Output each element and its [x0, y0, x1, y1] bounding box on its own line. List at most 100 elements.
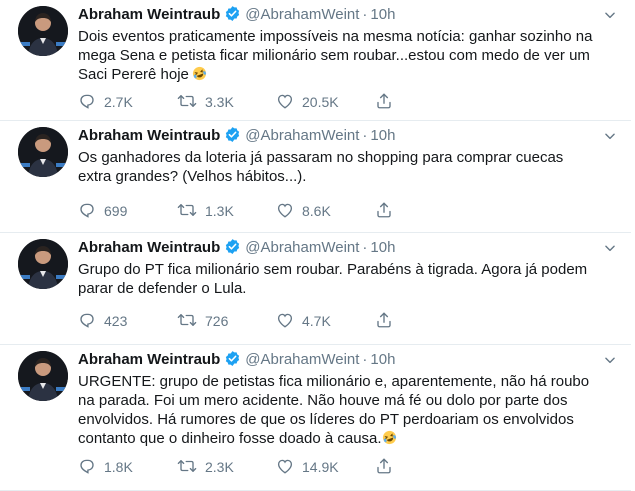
reply-icon [78, 201, 104, 222]
tweet[interactable]: Abraham Weintraub @AbrahamWeint · 10h Dois … [0, 0, 631, 121]
retweet-button[interactable]: 3.3K [177, 92, 276, 113]
reply-icon [78, 92, 104, 113]
share-button[interactable] [375, 311, 399, 332]
verified-badge-icon [224, 126, 241, 150]
like-button[interactable]: 14.9K [276, 457, 375, 478]
author-handle[interactable]: @AbrahamWeint [245, 127, 359, 144]
tweet-text-line: URGENTE: grupo de petistas fica milionár… [78, 373, 590, 390]
tweet[interactable]: Abraham Weintraub @AbrahamWeint · 10h Grupo… [0, 233, 631, 345]
tweet-text: Grupo do PT fica milionário sem roubar. … [78, 260, 618, 298]
author-name[interactable]: Abraham Weintraub [78, 6, 220, 23]
avatar[interactable] [18, 6, 68, 56]
author-name[interactable]: Abraham Weintraub [78, 351, 220, 368]
avatar[interactable] [18, 239, 68, 289]
tweet-text: Os ganhadores da loteria já passaram no … [78, 148, 618, 186]
chevron-down-icon[interactable] [603, 129, 617, 148]
retweet-count: 2.3K [205, 459, 234, 475]
tweet-content: Abraham Weintraub @AbrahamWeint · 10h Grupo… [78, 237, 617, 298]
chevron-down-icon[interactable] [603, 8, 617, 27]
tweet-actions: 2.7K 3.3K 20.5K [78, 92, 399, 112]
reply-icon [78, 311, 104, 332]
author-handle[interactable]: @AbrahamWeint [245, 351, 359, 368]
reply-icon [78, 457, 104, 478]
verified-badge-icon [224, 238, 241, 262]
tweet-text-line-part: contanto que o dinheiro fosse doado à ca… [78, 430, 382, 447]
retweet-count: 3.3K [205, 94, 234, 110]
tweet-content: Abraham Weintraub @AbrahamWeint · 10h Os ga… [78, 125, 617, 186]
like-icon [276, 457, 302, 478]
retweet-icon [177, 311, 205, 332]
retweet-icon [177, 92, 205, 113]
chevron-down-icon[interactable] [603, 241, 617, 260]
like-icon [276, 92, 302, 113]
like-count: 14.9K [302, 459, 339, 475]
like-icon [276, 311, 302, 332]
like-button[interactable]: 8.6K [276, 201, 375, 222]
tweet[interactable]: Abraham Weintraub @AbrahamWeint · 10h Os ga… [0, 121, 631, 233]
like-count: 8.6K [302, 203, 331, 219]
retweet-button[interactable]: 726 [177, 311, 276, 332]
tweet-header: Abraham Weintraub @AbrahamWeint · 10h [78, 4, 617, 26]
reply-button[interactable]: 1.8K [78, 457, 177, 478]
reply-count: 1.8K [104, 459, 133, 475]
avatar[interactable] [18, 351, 68, 401]
share-button[interactable] [375, 457, 399, 478]
tweet-actions: 699 1.3K 8.6K [78, 201, 399, 221]
share-button[interactable] [375, 201, 399, 222]
tweet-text-line: extra grandes? (Velhos hábitos...). [78, 168, 307, 185]
reply-button[interactable]: 699 [78, 201, 177, 222]
tweet-text-line: Saci Pererê hoje [78, 65, 618, 84]
like-icon [276, 201, 302, 222]
share-icon [375, 457, 401, 478]
tweet-time[interactable]: 10h [370, 239, 395, 256]
share-button[interactable] [375, 92, 399, 113]
tweet-time[interactable]: 10h [370, 351, 395, 368]
retweet-icon [177, 201, 205, 222]
tweet-content: Abraham Weintraub @AbrahamWeint · 10h URGEN… [78, 349, 617, 448]
avatar[interactable] [18, 127, 68, 177]
chevron-down-icon[interactable] [603, 353, 617, 372]
tweet-header: Abraham Weintraub @AbrahamWeint · 10h [78, 349, 617, 371]
tweet-text-line-part: Saci Pererê hoje [78, 66, 189, 83]
tweet-actions: 1.8K 2.3K 14.9K [78, 457, 399, 477]
tweet[interactable]: Abraham Weintraub @AbrahamWeint · 10h URGEN… [0, 345, 631, 491]
separator-dot: · [362, 351, 368, 368]
tweet-text-line: parar de defender o Lula. [78, 280, 247, 297]
tweet-actions: 423 726 4.7K [78, 311, 399, 331]
reply-count: 423 [104, 313, 128, 329]
verified-badge-icon [224, 350, 241, 374]
tweet-text-line: contanto que o dinheiro fosse doado à ca… [78, 429, 618, 448]
separator-dot: · [362, 239, 368, 256]
like-count: 4.7K [302, 313, 331, 329]
reply-count: 699 [104, 203, 128, 219]
like-button[interactable]: 20.5K [276, 92, 375, 113]
author-name[interactable]: Abraham Weintraub [78, 127, 220, 144]
reply-button[interactable]: 423 [78, 311, 177, 332]
tweet-time[interactable]: 10h [370, 127, 395, 144]
reply-count: 2.7K [104, 94, 133, 110]
separator-dot: · [362, 127, 368, 144]
tweet-feed: Abraham Weintraub @AbrahamWeint · 10h Dois … [0, 0, 635, 491]
tweet-text-line: Grupo do PT fica milionário sem roubar. … [78, 261, 588, 278]
retweet-button[interactable]: 1.3K [177, 201, 276, 222]
tweet-text-line-part: mega Sena e petista ficar milionário sem… [78, 47, 590, 64]
like-button[interactable]: 4.7K [276, 311, 375, 332]
tweet-header: Abraham Weintraub @AbrahamWeint · 10h [78, 237, 617, 259]
tweet-text: Dois eventos praticamente impossíveis na… [78, 27, 618, 84]
reply-button[interactable]: 2.7K [78, 92, 177, 113]
tweet-time[interactable]: 10h [370, 6, 395, 23]
author-handle[interactable]: @AbrahamWeint [245, 6, 359, 23]
tweet-content: Abraham Weintraub @AbrahamWeint · 10h Dois … [78, 4, 617, 84]
author-handle[interactable]: @AbrahamWeint [245, 239, 359, 256]
retweet-count: 726 [205, 313, 229, 329]
tweet-text-line: envolvidos. Há rumores de que os líderes… [78, 411, 574, 428]
retweet-button[interactable]: 2.3K [177, 457, 276, 478]
tweet-text-line: Dois eventos praticamente impossíveis na… [78, 28, 593, 45]
share-icon [375, 201, 401, 222]
tweet-text-line: na parada. Foi um mero acidente. Não hou… [78, 392, 568, 409]
tweet-text: URGENTE: grupo de petistas fica milionár… [78, 372, 618, 448]
retweet-icon [177, 457, 205, 478]
verified-badge-icon [224, 5, 241, 29]
share-icon [375, 311, 401, 332]
author-name[interactable]: Abraham Weintraub [78, 239, 220, 256]
